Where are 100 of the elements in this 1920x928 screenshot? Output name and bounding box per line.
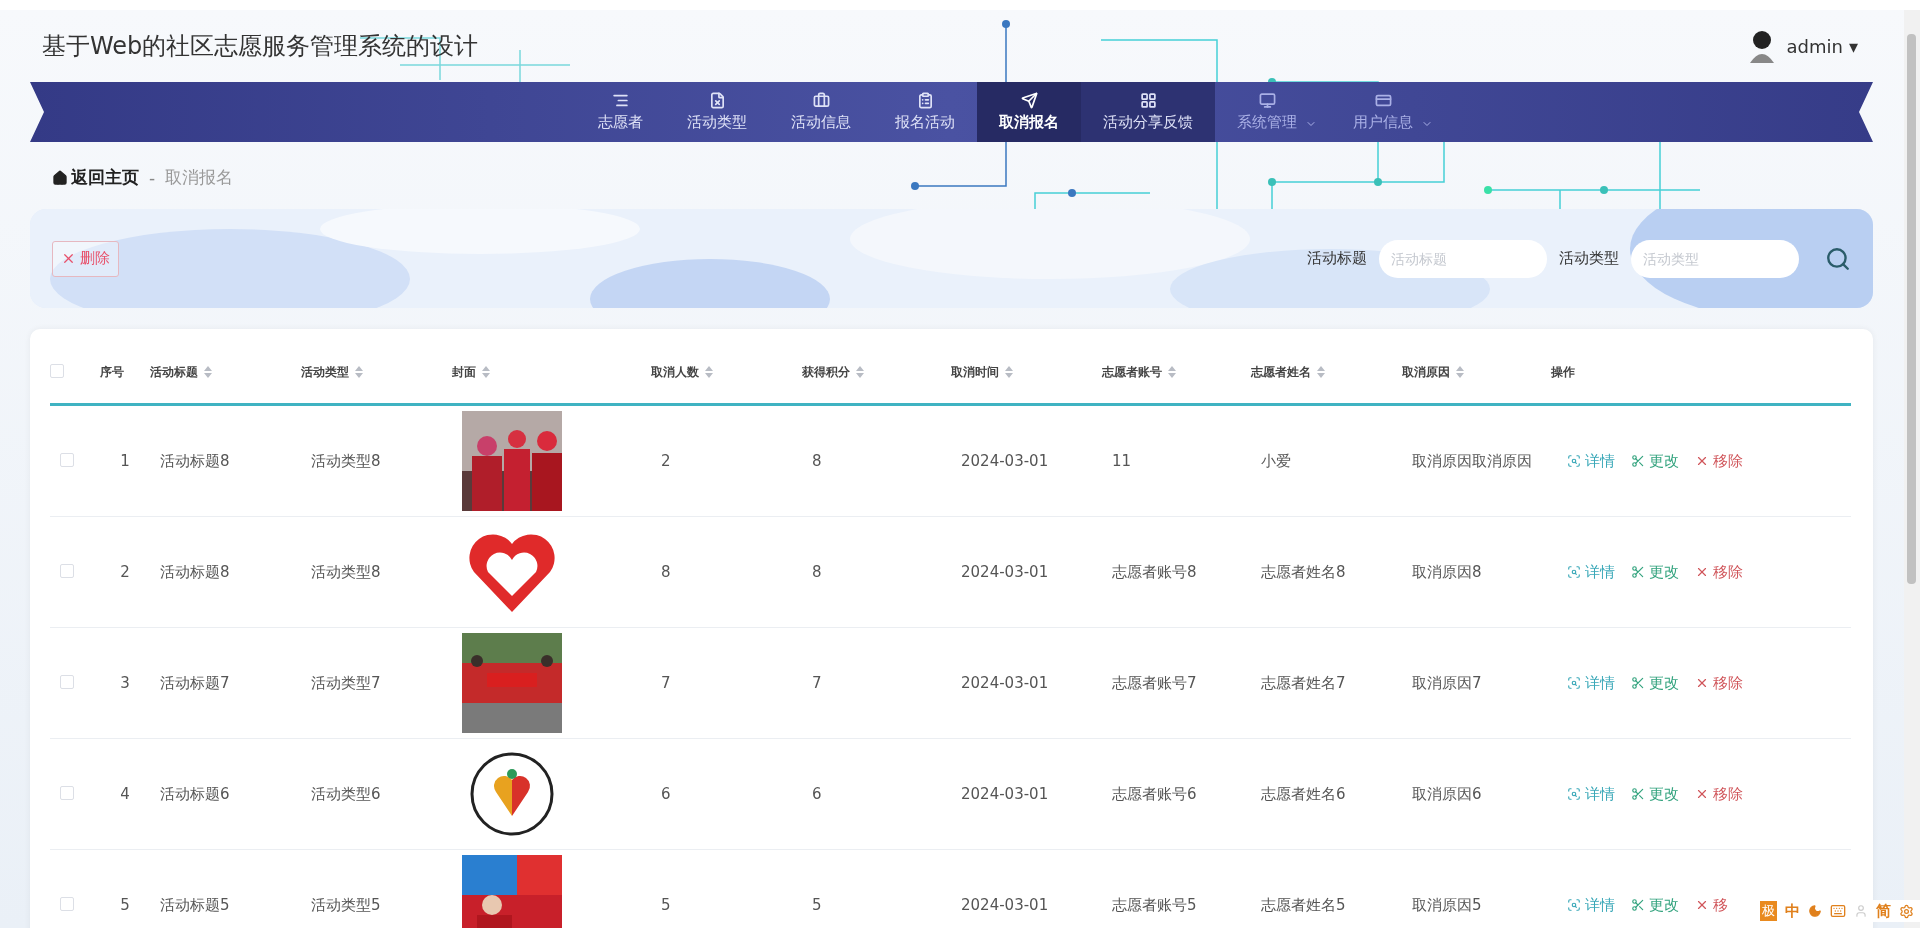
table-cell: 志愿者姓名6: [1261, 784, 1346, 803]
breadcrumb-current: 取消报名: [165, 166, 234, 189]
sort-icon[interactable]: [705, 366, 713, 378]
delete-button[interactable]: 删除: [52, 240, 119, 277]
edit-link[interactable]: 更改: [1631, 895, 1679, 915]
table-cell: 取消原因7: [1412, 673, 1482, 692]
table-cell: 4: [120, 785, 130, 803]
moon-icon[interactable]: [1808, 904, 1822, 918]
monitor-icon: [1258, 92, 1276, 109]
close-icon: [1695, 898, 1709, 912]
table-cell: 6: [812, 785, 822, 803]
sort-icon[interactable]: [482, 366, 490, 378]
detail-link[interactable]: 详情: [1567, 673, 1615, 693]
table-cell: 志愿者账号6: [1112, 784, 1197, 803]
table-cell: 取消原因5: [1412, 895, 1482, 914]
table-cell: 活动标题8: [160, 562, 230, 581]
column-header: 获得积分: [802, 363, 850, 381]
ime-logo[interactable]: 极: [1760, 901, 1777, 921]
table-cell: 2: [661, 452, 671, 470]
detail-link[interactable]: 详情: [1567, 562, 1615, 582]
send-icon: [1020, 92, 1038, 109]
nav-tab[interactable]: 报名活动: [873, 82, 977, 142]
column-header: 序号: [100, 363, 124, 381]
row-checkbox[interactable]: [60, 896, 74, 911]
user-menu[interactable]: admin ▾: [1786, 35, 1858, 57]
row-checkbox[interactable]: [60, 674, 74, 689]
table-cell: 活动标题5: [160, 895, 230, 914]
user-icon[interactable]: [1854, 904, 1868, 918]
close-icon: [1695, 565, 1709, 579]
home-link[interactable]: 返回主页: [52, 166, 139, 189]
briefcase-icon: [812, 92, 830, 109]
remove-link[interactable]: 移除: [1695, 451, 1743, 471]
table-cell: 1: [120, 452, 130, 470]
table-cell: 志愿者账号5: [1112, 895, 1197, 914]
column-header: 活动标题: [150, 363, 198, 381]
remove-link[interactable]: 移除: [1695, 784, 1743, 804]
table-cell: 2024-03-01: [961, 452, 1049, 470]
nav-tab[interactable]: 用户信息: [1331, 82, 1447, 142]
sort-icon[interactable]: [1456, 366, 1464, 378]
table-cell: 活动类型6: [311, 784, 381, 803]
detail-link[interactable]: 详情: [1567, 451, 1615, 471]
select-all-checkbox[interactable]: [50, 363, 64, 378]
nav-tab[interactable]: 活动分享反馈: [1081, 82, 1215, 142]
edit-link[interactable]: 更改: [1631, 673, 1679, 693]
table-cell: 8: [661, 563, 671, 581]
table-cell: 取消原因取消原因: [1412, 451, 1532, 470]
sort-icon[interactable]: [1168, 366, 1176, 378]
table-cell: 2024-03-01: [961, 563, 1049, 581]
detail-link[interactable]: 详情: [1567, 784, 1615, 804]
sort-icon[interactable]: [856, 366, 864, 378]
close-icon: [1695, 787, 1709, 801]
search-icon: [1825, 245, 1851, 272]
card-icon: [1374, 92, 1392, 109]
sort-icon[interactable]: [355, 366, 363, 378]
edit-link[interactable]: 更改: [1631, 451, 1679, 471]
table-cell: 7: [812, 674, 822, 692]
row-checkbox[interactable]: [60, 785, 74, 800]
settings-icon[interactable]: [1899, 903, 1914, 919]
nav-tab[interactable]: 志愿者: [576, 82, 665, 142]
keyboard-icon[interactable]: [1830, 903, 1846, 919]
filter-label: 活动标题: [1307, 249, 1367, 268]
scrollbar[interactable]: [1904, 10, 1920, 928]
detail-link[interactable]: 详情: [1567, 895, 1615, 915]
remove-link[interactable]: 移除: [1695, 673, 1743, 693]
column-header: 取消人数: [651, 363, 699, 381]
sort-icon[interactable]: [204, 366, 212, 378]
search-button[interactable]: [1825, 245, 1851, 272]
nav-tab[interactable]: 活动信息: [769, 82, 873, 142]
nav-tab[interactable]: 取消报名: [977, 82, 1081, 142]
filter-field[interactable]: 活动类型: [1631, 239, 1799, 278]
table-cell: 活动类型8: [311, 451, 381, 470]
magnifier-icon: [1567, 898, 1581, 912]
nav-tab[interactable]: 系统管理: [1215, 82, 1331, 142]
table-cell: 取消原因8: [1412, 562, 1482, 581]
remove-link[interactable]: 移除: [1695, 562, 1743, 582]
table-cell: 5: [661, 896, 671, 914]
table-cell: 志愿者姓名7: [1261, 673, 1346, 692]
nav-tab[interactable]: 活动类型: [665, 82, 769, 142]
home-icon: [52, 169, 68, 186]
table-cell: 小爱: [1261, 451, 1291, 470]
edit-link[interactable]: 更改: [1631, 784, 1679, 804]
sort-icon[interactable]: [1005, 366, 1013, 378]
edit-link[interactable]: 更改: [1631, 562, 1679, 582]
table-cell: 活动类型7: [311, 673, 381, 692]
column-header: 志愿者账号: [1102, 363, 1162, 381]
sort-icon[interactable]: [1317, 366, 1325, 378]
filter-field[interactable]: 活动标题: [1379, 239, 1547, 278]
row-checkbox[interactable]: [60, 563, 74, 578]
filter-label: 活动类型: [1559, 249, 1619, 268]
remove-link[interactable]: 移: [1695, 895, 1728, 915]
table-cell: 6: [661, 785, 671, 803]
ime-mode[interactable]: 中: [1785, 901, 1800, 921]
table-cell: 志愿者姓名5: [1261, 895, 1346, 914]
row-checkbox[interactable]: [60, 452, 74, 467]
table-cell: 活动类型5: [311, 895, 381, 914]
close-icon: [1695, 676, 1709, 690]
ime-script[interactable]: 简: [1876, 901, 1891, 921]
scissors-icon: [1631, 454, 1645, 468]
scissors-icon: [1631, 676, 1645, 690]
scissors-icon: [1631, 898, 1645, 912]
